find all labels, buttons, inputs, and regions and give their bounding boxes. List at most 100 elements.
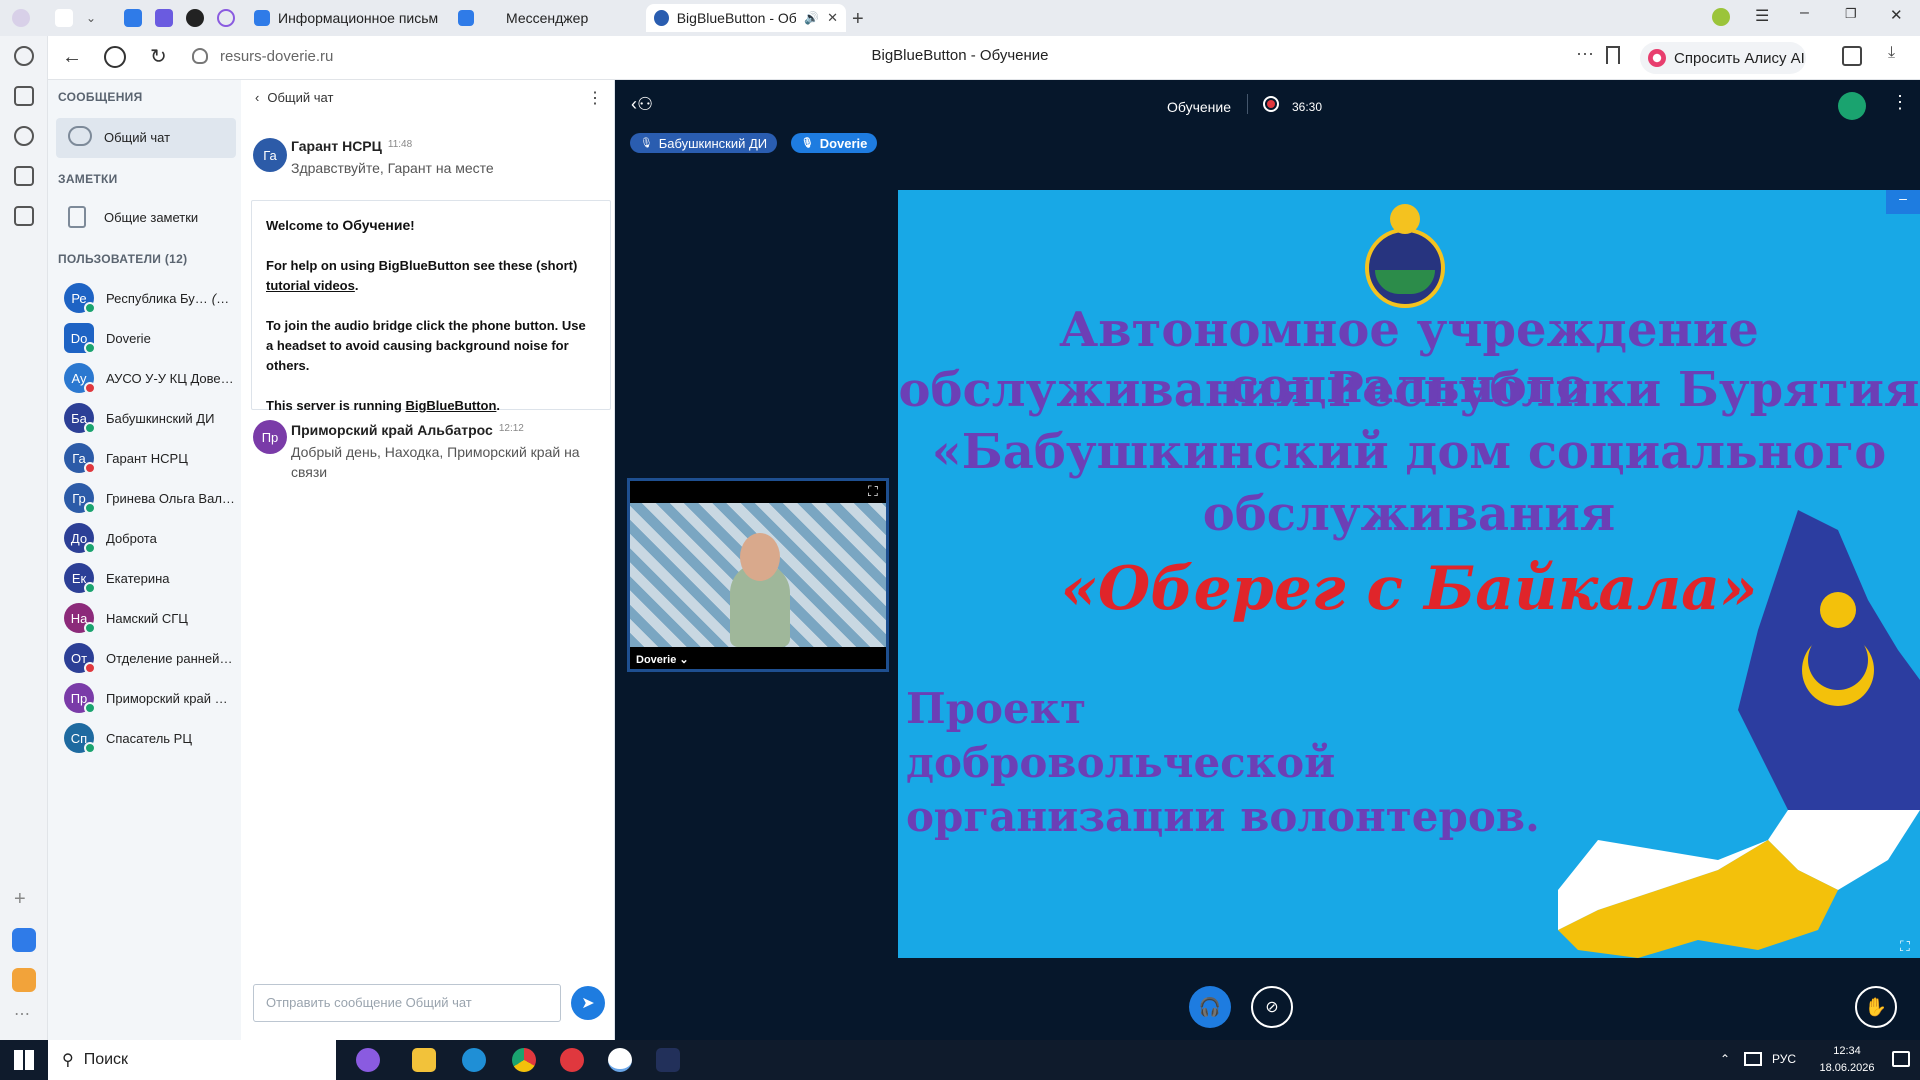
browser-side-rail: + ⋯	[0, 36, 48, 1040]
message-author: Приморский край Альбатрос 12:12	[291, 422, 524, 438]
user-list-item[interactable]: Гр Гринева Ольга Вал…	[48, 478, 241, 518]
user-list-item[interactable]: Пр Приморский край А…	[48, 678, 241, 718]
audio-button[interactable]: 🎧	[1189, 986, 1231, 1028]
message-text: Добрый день, Находка, Приморский край на…	[291, 444, 580, 480]
play-icon[interactable]	[14, 126, 34, 146]
user-list-item[interactable]: Do Doverie	[48, 318, 241, 358]
camera-button[interactable]: ⊘	[1251, 986, 1293, 1028]
cloud-app-icon[interactable]	[12, 968, 36, 992]
mic-icon: 🎙	[801, 137, 814, 149]
presentation-slide[interactable]: Автономное учреждение социального обслуж…	[898, 190, 1920, 958]
bigbluebutton-link[interactable]: BigBlueButton	[405, 398, 496, 413]
bbb-icon	[654, 10, 669, 26]
chevron-down-icon[interactable]: ⌄	[86, 9, 104, 27]
app-taskbar-icon[interactable]	[656, 1048, 680, 1072]
tray-chevron-icon[interactable]: ⌃	[1720, 1052, 1730, 1066]
user-list-item[interactable]: Ау АУСО У-У КЦ Довер…	[48, 358, 241, 398]
shared-notes-item[interactable]: Общие заметки	[56, 198, 236, 238]
more-apps-icon[interactable]: ⋯	[14, 1004, 30, 1024]
fullscreen-icon[interactable]: ⛶	[868, 483, 878, 500]
ask-alice-button[interactable]: Спросить Алису AI	[1640, 42, 1806, 74]
app-icon[interactable]	[186, 9, 204, 27]
url-text[interactable]: resurs-doverie.ru	[220, 48, 333, 65]
restore-icon[interactable]: ❐	[1845, 6, 1857, 22]
chat-message-input[interactable]: Отправить сообщение Общий чат	[253, 984, 561, 1022]
seven-icon[interactable]	[14, 166, 34, 186]
edge-icon[interactable]	[462, 1048, 486, 1072]
notifications-icon[interactable]	[1892, 1051, 1910, 1067]
raise-hand-button[interactable]: ✋	[1855, 986, 1897, 1028]
downloads-icon[interactable]: ⤓	[1888, 44, 1895, 62]
tutorial-videos-link[interactable]: tutorial videos	[266, 278, 355, 293]
taskbar-search[interactable]: ⚲ Поиск	[48, 1040, 336, 1080]
mic-status-icon	[84, 542, 96, 554]
alice-icon	[1648, 49, 1666, 67]
language-indicator[interactable]: РУС	[1772, 1052, 1796, 1066]
yandex-taskbar-icon[interactable]	[560, 1048, 584, 1072]
notes-section-title: ЗАМЕТКИ	[58, 172, 118, 186]
clock[interactable]: 12:34 18.06.2026	[1812, 1043, 1882, 1077]
message-author: Гарант НСРЦ 11:48	[291, 138, 413, 154]
back-icon[interactable]: ←	[62, 46, 82, 69]
user-list-item[interactable]: Ба Бабушкинский ДИ	[48, 398, 241, 438]
chat-options-icon[interactable]: ⋮	[587, 88, 603, 108]
send-button[interactable]: ➤	[571, 986, 605, 1020]
mail-icon[interactable]	[124, 9, 142, 27]
new-tab-icon[interactable]: +	[852, 8, 864, 31]
user-list-item[interactable]: Ек Екатерина	[48, 558, 241, 598]
network-icon[interactable]	[1744, 1052, 1762, 1066]
public-chat-item[interactable]: Общий чат	[56, 118, 236, 158]
recording-icon[interactable]	[1263, 96, 1279, 112]
webcam-username[interactable]: Doverie ⌄	[636, 653, 689, 666]
close-window-icon[interactable]: ✕	[1890, 6, 1903, 24]
windows-start-icon[interactable]	[14, 1050, 34, 1070]
yandex-browser-icon[interactable]	[608, 1048, 632, 1072]
mic-status-icon	[84, 502, 96, 514]
alice-taskbar-icon[interactable]	[356, 1048, 380, 1072]
screenshot-icon[interactable]	[14, 206, 34, 226]
yandex-icon[interactable]	[104, 46, 126, 68]
tab-bigbluebutton[interactable]: BigBlueButton - Обу 🔊 ✕	[646, 4, 846, 32]
user-list-item[interactable]: Га Гарант НСРЦ	[48, 438, 241, 478]
user-list-item[interactable]: РеРеспублика Бу…(Вы)	[48, 278, 241, 318]
messenger-icon[interactable]	[155, 9, 173, 27]
options-icon[interactable]: ⋮	[1891, 92, 1909, 113]
alice-icon[interactable]	[217, 9, 235, 27]
connection-status-icon[interactable]	[1838, 92, 1866, 120]
profile-icon[interactable]	[12, 9, 30, 27]
address-bar-row: ← ↻ resurs-doverie.ru BigBlueButton - Об…	[0, 36, 1920, 80]
browser-tab-bar: ⌄ Информационное письм Мессенджер BigBlu…	[0, 0, 1920, 36]
toggle-userlist-icon[interactable]: ‹⚇	[631, 94, 653, 115]
user-name: Гарант НСРЦ	[106, 450, 188, 466]
hand-icon: ✋	[1864, 996, 1888, 1017]
file-explorer-icon[interactable]	[412, 1048, 436, 1072]
close-tab-icon[interactable]: ✕	[827, 10, 838, 26]
bookmark-icon[interactable]	[1606, 46, 1620, 64]
collections-icon[interactable]	[1842, 46, 1862, 66]
mail-app-icon[interactable]	[12, 928, 36, 952]
mic-status-icon	[84, 422, 96, 434]
user-list-item[interactable]: От Отделение ранней …	[48, 638, 241, 678]
extension-icon[interactable]	[1712, 8, 1730, 26]
notes-icon[interactable]	[14, 86, 34, 106]
fullscreen-slide-icon[interactable]: ⛶	[1900, 938, 1910, 955]
history-icon[interactable]	[14, 46, 34, 66]
speaker-icon[interactable]	[55, 9, 73, 27]
add-icon[interactable]: +	[14, 888, 26, 911]
webcam-tile[interactable]: ⛶ Doverie ⌄	[627, 478, 889, 672]
chat-icon	[458, 10, 474, 26]
minimize-presentation-button[interactable]: –	[1886, 190, 1920, 214]
user-list-item[interactable]: Сп Спасатель РЦ	[48, 718, 241, 758]
tab-messenger[interactable]: Мессенджер	[450, 4, 640, 32]
tab-info-letter[interactable]: Информационное письм	[246, 4, 446, 32]
more-icon[interactable]: ⋯	[1576, 44, 1594, 65]
reload-icon[interactable]: ↻	[150, 44, 167, 69]
windows-taskbar: ⚲ Поиск ⌃ РУС 12:34 18.06.2026	[0, 1040, 1920, 1080]
chrome-icon[interactable]	[512, 1048, 536, 1072]
shield-icon[interactable]	[192, 48, 208, 64]
minimize-icon[interactable]: –	[1800, 4, 1809, 22]
user-list-item[interactable]: До Доброта	[48, 518, 241, 558]
user-list-item[interactable]: На Намский СГЦ	[48, 598, 241, 638]
chat-header[interactable]: ‹ Общий чат	[255, 90, 333, 105]
menu-icon[interactable]: ☰	[1755, 6, 1769, 26]
